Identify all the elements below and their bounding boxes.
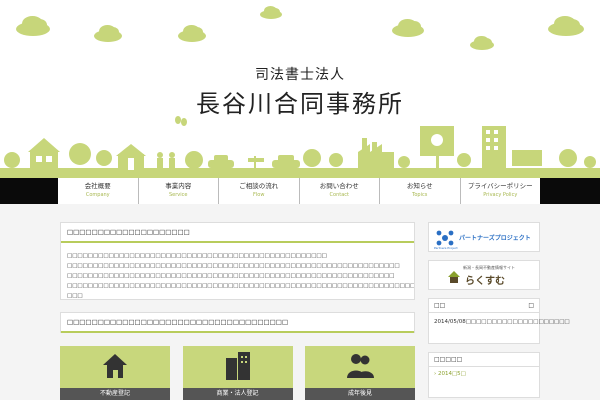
greeting-title: □□□□□□□□□□□□□□□□□□□□: [61, 223, 414, 243]
house-icon: [28, 138, 60, 152]
tree-icon: [398, 156, 410, 168]
cloud-decoration: [470, 36, 494, 50]
nav-item-contact[interactable]: お問い合わせ Contact: [298, 178, 380, 204]
cloud-decoration: [94, 25, 122, 42]
service-label: 商業・法人登記: [182, 388, 293, 400]
tree-icon: [303, 149, 321, 167]
cloud-decoration: [16, 16, 50, 36]
partners-banner-label: パートナーズプロジェクト: [459, 235, 531, 242]
main-content: □□□□□□□□□□□□□□□□□□□□ □□□□□□□□□□□□□□□□□□□…: [60, 222, 415, 333]
global-nav: 会社概要 Company 事業内容 Service ご相談の流れ Flow お問…: [0, 178, 600, 204]
cloud-decoration: [178, 25, 206, 42]
nav-item-label: 会社概要: [84, 182, 111, 190]
greeting-line: □□□□□□□□□□□□□□□□□□□□□□□□□□□□□□□□□□□□□□□□…: [67, 253, 327, 259]
partners-banner-sub: Partners Project: [434, 246, 458, 250]
tree-icon: [490, 156, 502, 168]
cloud-decoration: [548, 16, 584, 36]
people-icon: [347, 354, 374, 378]
site-header: 司法書士法人 長谷川合同事務所: [0, 0, 600, 178]
chevron-right-icon: ›: [434, 371, 437, 377]
archive-entry[interactable]: › 2014□5□: [434, 371, 534, 377]
rakusumu-caption: 新潟・長岡不動産情報サイト: [463, 265, 515, 270]
cloud-decoration: [260, 6, 282, 19]
tree-icon: [185, 151, 203, 169]
archive-widget-title: □□□□□: [429, 353, 539, 367]
nav-item-flow[interactable]: ご相談の流れ Flow: [218, 178, 299, 204]
tree-icon: [329, 153, 343, 167]
nav-item-subtitle: Contact: [329, 192, 349, 198]
service-corporate[interactable]: 商業・法人登記: [182, 346, 293, 400]
nav-item-subtitle: Topics: [412, 192, 428, 198]
news-entry[interactable]: 2014/05/08□□□□□□□□□□□□□□□□□□□□: [434, 319, 570, 325]
home-icon: [448, 271, 460, 283]
nav-item-subtitle: Flow: [253, 192, 265, 198]
cloud-decoration: [392, 18, 424, 37]
partners-project-banner[interactable]: Partners Project パートナーズプロジェクト: [428, 222, 540, 252]
services-card: □□□□□□□□□□□□□□□□□□□□□□□□□□□□□□□□□□□□: [60, 312, 415, 333]
tree-icon: [559, 149, 577, 167]
house-icon: [103, 354, 127, 378]
greeting-card: □□□□□□□□□□□□□□□□□□□□ □□□□□□□□□□□□□□□□□□□…: [60, 222, 415, 300]
tree-icon: [69, 143, 91, 165]
nav-item-topics[interactable]: お知らせ Topics: [379, 178, 460, 204]
tree-icon: [457, 153, 471, 167]
services-grid: 不動産登記 商業・法人登記 成年後見: [60, 346, 415, 400]
rakusumu-banner[interactable]: 新潟・長岡不動産情報サイト らくすむ: [428, 260, 540, 290]
house-icon: [116, 144, 146, 156]
nav-item-label: お問い合わせ: [319, 182, 359, 190]
nav-item-subtitle: Service: [169, 192, 188, 198]
service-label: 成年後見: [305, 388, 415, 400]
greeting-line: □□□□□□□□□□□□□□□□□□□□□□□□□□□□□□□□□□□□□□□□…: [67, 263, 400, 269]
sidebar: Partners Project パートナーズプロジェクト 新潟・長岡不動産情報…: [428, 222, 570, 400]
service-real-estate[interactable]: 不動産登記: [60, 346, 170, 400]
balloon-icon: [175, 116, 181, 124]
global-nav-menu: 会社概要 Company 事業内容 Service ご相談の流れ Flow お問…: [58, 178, 540, 204]
greeting-line: □□□□□□□□□□□□□□□□□□□□□□□□□□□□□□□□□□□□□□□□…: [67, 273, 395, 279]
nav-item-label: ご相談の流れ: [239, 182, 279, 190]
nav-item-label: お知らせ: [406, 182, 433, 190]
news-widget: □□ □ 2014/05/08□□□□□□□□□□□□□□□□□□□□: [428, 298, 570, 344]
news-widget-body: 2014/05/08□□□□□□□□□□□□□□□□□□□□: [429, 313, 570, 343]
ground-strip: [0, 168, 600, 178]
service-guardianship[interactable]: 成年後見: [305, 346, 415, 400]
close-icon[interactable]: □: [528, 302, 534, 310]
archive-entry-label: 2014□5□: [437, 371, 466, 377]
site-subtitle: 司法書士法人: [255, 67, 345, 83]
tree-icon: [96, 150, 112, 166]
nav-item-subtitle: Privacy Policy: [483, 192, 518, 198]
archive-widget-body: › 2014□5□: [429, 367, 539, 397]
town-illustration: [0, 116, 600, 178]
nav-item-subtitle: Company: [85, 192, 110, 198]
nav-item-label: プライバシーポリシー: [467, 182, 533, 190]
archive-widget: □□□□□ › 2014□5□: [428, 352, 540, 398]
person-icon: [169, 152, 175, 158]
news-widget-title: □□: [434, 302, 446, 309]
service-label: 不動産登記: [60, 388, 170, 400]
partners-logo-icon: [436, 230, 454, 246]
factory-icon: [358, 152, 394, 170]
services-title: □□□□□□□□□□□□□□□□□□□□□□□□□□□□□□□□□□□□: [61, 313, 414, 333]
tree-icon: [584, 156, 596, 168]
rakusumu-name: らくすむ: [465, 276, 505, 287]
news-widget-header: □□ □: [429, 299, 539, 313]
nav-item-company[interactable]: 会社概要 Company: [58, 178, 138, 204]
greeting-line: □□□□□□□□□□□□□□□□□□□□□□□□□□□□□□□□□□□□□□□□…: [67, 283, 414, 299]
nav-item-privacy[interactable]: プライバシーポリシー Privacy Policy: [459, 178, 541, 204]
tree-icon: [4, 152, 20, 168]
greeting-body: □□□□□□□□□□□□□□□□□□□□□□□□□□□□□□□□□□□□□□□□…: [61, 243, 414, 299]
nav-item-label: 事業内容: [165, 182, 192, 190]
person-icon: [157, 152, 163, 158]
nav-item-service[interactable]: 事業内容 Service: [137, 178, 219, 204]
building-icon: [225, 352, 250, 380]
